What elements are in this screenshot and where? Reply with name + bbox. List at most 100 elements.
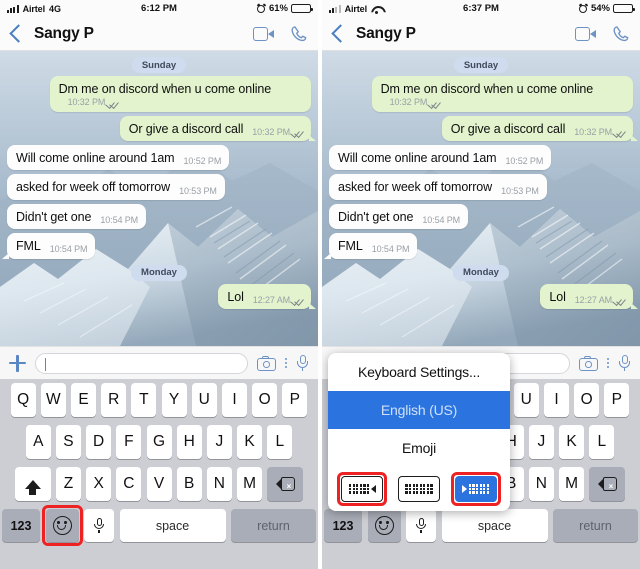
key-u[interactable]: U bbox=[513, 383, 539, 417]
backspace-key[interactable]: × bbox=[267, 467, 304, 501]
key-f[interactable]: F bbox=[116, 425, 142, 459]
message-row[interactable]: Lol 12:27 AM bbox=[0, 283, 318, 310]
popup-item-english-us[interactable]: English (US) bbox=[328, 391, 510, 429]
message-row[interactable]: Dm me on discord when u come online 10:3… bbox=[322, 76, 640, 112]
popup-item-emoji[interactable]: Emoji bbox=[328, 429, 510, 467]
onscreen-keyboard-right[interactable]: Q W E R T Y U I O P A S D F G H J K L bbox=[322, 353, 640, 569]
key-n[interactable]: N bbox=[206, 467, 232, 501]
message-time: 10:53 PM bbox=[501, 185, 539, 196]
key-z[interactable]: Z bbox=[55, 467, 81, 501]
message-row[interactable]: Dm me on discord when u come online 10:3… bbox=[0, 76, 318, 112]
key-v[interactable]: V bbox=[146, 467, 172, 501]
key-e[interactable]: E bbox=[71, 383, 97, 417]
message-row[interactable]: Will come online around 1am 10:52 PM bbox=[322, 145, 640, 171]
key-o[interactable]: O bbox=[252, 383, 278, 417]
message-row[interactable]: Didn't get one 10:54 PM bbox=[0, 203, 318, 230]
key-i[interactable]: I bbox=[543, 383, 569, 417]
dictation-key[interactable] bbox=[406, 509, 436, 542]
key-q[interactable]: Q bbox=[10, 383, 36, 417]
key-w[interactable]: W bbox=[40, 383, 66, 417]
battery-percent: 54% bbox=[590, 3, 610, 14]
onscreen-keyboard-left[interactable]: Q W E R T Y U I O P A S D F G H J K L Z … bbox=[0, 379, 318, 569]
key-g[interactable]: G bbox=[146, 425, 172, 459]
key-k[interactable]: K bbox=[237, 425, 263, 459]
key-i[interactable]: I bbox=[221, 383, 247, 417]
phone-call-icon[interactable] bbox=[612, 25, 630, 43]
message-text: Lol bbox=[549, 289, 566, 304]
message-row[interactable]: FML 10:54 PM bbox=[322, 233, 640, 259]
message-row[interactable]: FML 10:54 PM bbox=[0, 233, 318, 259]
key-m[interactable]: M bbox=[559, 467, 585, 501]
key-o[interactable]: O bbox=[574, 383, 600, 417]
message-row[interactable]: Lol 12:27 AM bbox=[322, 283, 640, 310]
message-time: 12:27 AM bbox=[574, 294, 612, 305]
return-key[interactable]: return bbox=[231, 509, 316, 542]
chat-messages-left[interactable]: Sunday Dm me on discord when u come onli… bbox=[0, 51, 318, 346]
space-key[interactable]: space bbox=[119, 509, 226, 542]
key-l[interactable]: L bbox=[589, 425, 615, 459]
phone-call-icon[interactable] bbox=[290, 25, 308, 43]
keyboard-dock-full-option[interactable] bbox=[397, 476, 440, 502]
key-c[interactable]: C bbox=[116, 467, 142, 501]
dictation-key[interactable] bbox=[84, 509, 114, 542]
key-n[interactable]: N bbox=[528, 467, 554, 501]
chat-messages-right[interactable]: Sunday Dm me on discord when u come onli… bbox=[322, 51, 640, 346]
popup-tail bbox=[350, 510, 366, 511]
shift-key[interactable] bbox=[14, 467, 51, 501]
key-x[interactable]: X bbox=[86, 467, 112, 501]
key-p[interactable]: P bbox=[282, 383, 308, 417]
key-r[interactable]: R bbox=[101, 383, 127, 417]
message-input[interactable] bbox=[35, 352, 248, 374]
numbers-key[interactable]: 123 bbox=[324, 509, 362, 542]
key-l[interactable]: L bbox=[267, 425, 293, 459]
video-call-icon[interactable] bbox=[253, 26, 274, 41]
return-key[interactable]: return bbox=[553, 509, 638, 542]
numbers-key[interactable]: 123 bbox=[2, 509, 40, 542]
keyboard-switcher-popup[interactable]: Keyboard Settings... English (US) Emoji bbox=[328, 353, 510, 511]
key-m[interactable]: M bbox=[237, 467, 263, 501]
key-j[interactable]: J bbox=[528, 425, 554, 459]
more-vertical-icon[interactable] bbox=[607, 358, 609, 368]
status-bar-right: Airtel 6:37 PM 54% bbox=[322, 0, 640, 17]
message-text: Didn't get one bbox=[338, 209, 414, 224]
message-row[interactable]: Will come online around 1am 10:52 PM bbox=[0, 145, 318, 171]
message-row[interactable]: asked for week off tomorrow 10:53 PM bbox=[322, 174, 640, 200]
message-row[interactable]: Didn't get one 10:54 PM bbox=[322, 203, 640, 230]
key-j[interactable]: J bbox=[206, 425, 232, 459]
key-h[interactable]: H bbox=[176, 425, 202, 459]
emoji-smiley-icon bbox=[52, 516, 72, 535]
message-bubble-incoming: FML 10:54 PM bbox=[323, 233, 418, 259]
microphone-icon[interactable] bbox=[618, 355, 631, 371]
emoji-globe-key[interactable] bbox=[41, 505, 83, 546]
emoji-globe-key[interactable] bbox=[367, 509, 401, 542]
space-key[interactable]: space bbox=[441, 509, 548, 542]
key-u[interactable]: U bbox=[191, 383, 217, 417]
read-receipt-ticks-icon bbox=[614, 296, 625, 304]
backspace-key[interactable]: × bbox=[589, 467, 626, 501]
message-time: 10:52 PM bbox=[505, 156, 544, 167]
key-a[interactable]: A bbox=[25, 425, 51, 459]
camera-icon[interactable] bbox=[579, 355, 598, 371]
attach-plus-icon[interactable] bbox=[9, 354, 26, 372]
keyboard-dock-right-option[interactable] bbox=[450, 472, 501, 506]
video-call-icon[interactable] bbox=[575, 26, 596, 41]
message-row[interactable]: Or give a discord call 10:32 PM bbox=[322, 115, 640, 142]
microphone-icon[interactable] bbox=[296, 355, 309, 371]
message-time: 10:54 PM bbox=[371, 244, 410, 255]
keyboard-dock-left-option[interactable] bbox=[337, 472, 388, 506]
key-k[interactable]: K bbox=[559, 425, 585, 459]
more-vertical-icon[interactable] bbox=[285, 358, 287, 368]
message-row[interactable]: Or give a discord call 10:32 PM bbox=[0, 115, 318, 142]
message-row[interactable]: asked for week off tomorrow 10:53 PM bbox=[0, 174, 318, 200]
key-s[interactable]: S bbox=[55, 425, 81, 459]
key-b[interactable]: B bbox=[176, 467, 202, 501]
message-text: FML bbox=[16, 239, 41, 254]
popup-item-keyboard-settings[interactable]: Keyboard Settings... bbox=[328, 353, 510, 391]
back-chevron-icon[interactable] bbox=[330, 23, 346, 45]
key-y[interactable]: Y bbox=[161, 383, 187, 417]
back-chevron-icon[interactable] bbox=[8, 23, 24, 45]
camera-icon[interactable] bbox=[257, 355, 276, 371]
key-p[interactable]: P bbox=[604, 383, 630, 417]
key-d[interactable]: D bbox=[86, 425, 112, 459]
key-t[interactable]: T bbox=[131, 383, 157, 417]
